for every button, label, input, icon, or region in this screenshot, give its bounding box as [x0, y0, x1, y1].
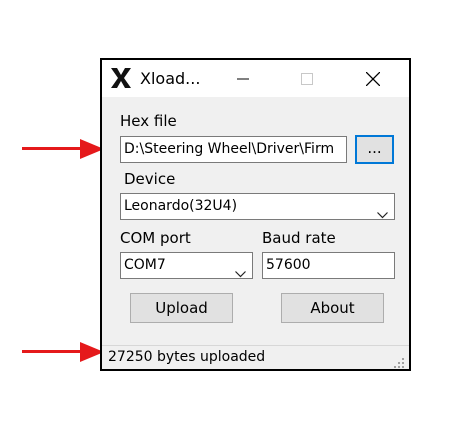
hex-file-input[interactable]: D:\Steering Wheel\Driver\Firm	[120, 136, 347, 163]
status-text: 27250 bytes uploaded	[108, 349, 266, 365]
annotation-arrow-status	[22, 342, 106, 362]
browse-button[interactable]: ...	[355, 135, 394, 164]
arrow-shaft	[22, 350, 84, 353]
annotation-arrow-hex-file	[22, 139, 106, 159]
arrow-shaft	[22, 147, 84, 150]
maximize-button[interactable]	[284, 60, 330, 97]
close-button[interactable]	[350, 60, 396, 97]
com-port-selected-value: COM7	[124, 257, 166, 273]
com-port-select[interactable]: COM7	[120, 252, 253, 279]
about-button[interactable]: About	[281, 293, 384, 323]
title-bar[interactable]: Xload...	[102, 60, 409, 97]
minimize-button[interactable]	[220, 60, 266, 97]
window-title: Xload...	[140, 69, 201, 88]
device-label: Device	[124, 170, 176, 188]
hex-file-label: Hex file	[120, 112, 177, 130]
upload-button[interactable]: Upload	[130, 293, 233, 323]
x-logo-icon	[110, 67, 132, 89]
baud-rate-input[interactable]: 57600	[262, 252, 395, 279]
chevron-down-icon	[377, 203, 388, 219]
resize-grip-icon[interactable]	[393, 354, 405, 368]
com-port-label: COM port	[120, 229, 191, 247]
device-select[interactable]: Leonardo(32U4)	[120, 193, 395, 220]
minimize-icon	[237, 68, 249, 89]
close-icon	[366, 68, 380, 89]
baud-rate-label: Baud rate	[262, 229, 336, 247]
maximize-icon	[301, 68, 313, 89]
device-selected-value: Leonardo(32U4)	[124, 198, 238, 214]
xloader-window: Xload... Hex file D:\Steering Wheel\Driv…	[100, 58, 411, 371]
status-bar: 27250 bytes uploaded	[102, 345, 409, 369]
chevron-down-icon	[235, 262, 246, 278]
